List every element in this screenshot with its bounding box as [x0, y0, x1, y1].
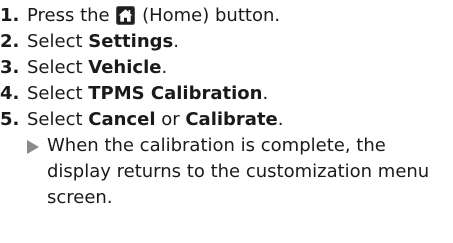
menu-item-calibrate: Calibrate — [185, 109, 278, 130]
step-text: . — [173, 31, 179, 52]
step-5: 5. Select Cancel or Calibrate. — [0, 107, 453, 133]
menu-item-cancel: Cancel — [88, 109, 156, 130]
step-text: . — [262, 83, 269, 104]
step-4: 4. Select TPMS Calibration. — [0, 81, 453, 107]
step-2: 2. Select Settings. — [0, 29, 453, 55]
result-text: When the calibration is complete, the di… — [47, 135, 430, 208]
step-number: 5. — [0, 109, 20, 130]
step-number: 1. — [0, 5, 20, 26]
step-text: (Home) button. — [136, 5, 281, 26]
step-number: 3. — [0, 57, 20, 78]
step-text: or — [155, 109, 186, 130]
step-text: Select — [27, 83, 89, 104]
result-arrow-icon — [27, 140, 39, 154]
step-number: 2. — [0, 31, 20, 52]
step-text: . — [161, 57, 168, 78]
step-text: . — [277, 109, 284, 130]
home-icon — [116, 6, 136, 25]
menu-item-tpms-calibration: TPMS Calibration — [88, 83, 263, 104]
instruction-block: 1. Press the (Home) button. 2. Select Se… — [0, 0, 453, 243]
step-text: Select — [27, 57, 89, 78]
step-text: Select — [27, 109, 89, 130]
step-1: 1. Press the (Home) button. — [0, 3, 453, 29]
result-note: When the calibration is complete, the di… — [0, 133, 453, 211]
menu-item-settings: Settings — [88, 31, 174, 52]
step-text: Press the — [27, 5, 116, 26]
steps-list: 1. Press the (Home) button. 2. Select Se… — [0, 3, 453, 133]
step-number: 4. — [0, 83, 20, 104]
step-3: 3. Select Vehicle. — [0, 55, 453, 81]
step-text: Select — [27, 31, 89, 52]
menu-item-vehicle: Vehicle — [88, 57, 162, 78]
